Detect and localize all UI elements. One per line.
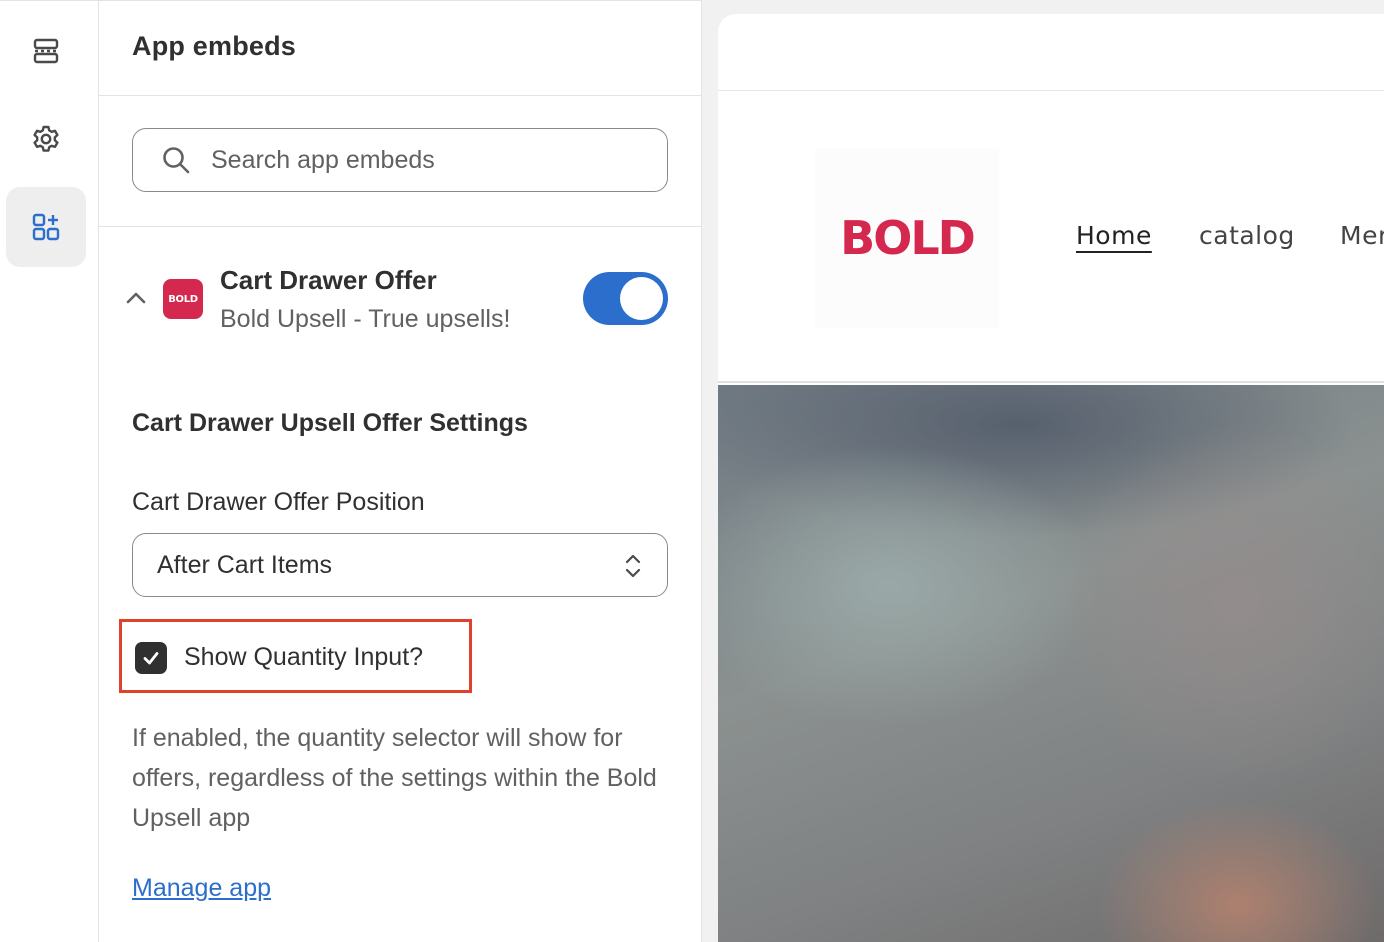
position-select-value: After Cart Items <box>157 550 333 579</box>
app-embeds-panel: App embeds BOLD Cart Drawer Offer Bold U… <box>99 0 702 942</box>
left-rail <box>0 0 99 942</box>
search-box[interactable] <box>132 128 668 192</box>
select-arrows-icon <box>625 554 641 578</box>
app-embeds-button[interactable] <box>6 187 86 267</box>
theme-settings-button[interactable] <box>6 99 86 179</box>
store-preview: BOLD Home catalog Mer <box>718 14 1384 942</box>
panel-title: App embeds <box>132 31 297 61</box>
search-input[interactable] <box>211 145 631 175</box>
nav-home[interactable]: Home <box>1076 221 1152 250</box>
nav-catalog[interactable]: catalog <box>1199 221 1295 250</box>
nav-menu[interactable]: Mer <box>1340 221 1384 250</box>
embed-subtitle: Bold Upsell - True upsells! <box>220 305 511 333</box>
embed-title: Cart Drawer Offer <box>220 265 437 295</box>
hero-image <box>718 385 1384 942</box>
help-text: If enabled, the quantity selector will s… <box>132 724 657 832</box>
preview-topbar <box>718 14 1384 91</box>
panel-header: App embeds <box>99 1 701 96</box>
chevron-up-icon[interactable] <box>121 283 151 313</box>
search-icon <box>163 147 190 174</box>
sections-button[interactable] <box>6 11 86 91</box>
app-logo: BOLD <box>163 279 203 319</box>
quantity-checkbox-label[interactable]: Show Quantity Input? <box>184 643 423 672</box>
store-logo-text: BOLD <box>840 211 976 265</box>
apps-icon <box>32 213 60 241</box>
search-section <box>99 96 701 227</box>
quantity-checkbox-row[interactable]: Show Quantity Input? <box>119 619 472 693</box>
settings-heading: Cart Drawer Upsell Offer Settings <box>132 409 528 437</box>
position-select[interactable]: After Cart Items <box>132 533 668 597</box>
embed-toggle[interactable] <box>583 272 668 325</box>
store-header: BOLD Home catalog Mer <box>718 92 1384 383</box>
manage-app-link[interactable]: Manage app <box>132 874 271 903</box>
embed-row[interactable]: BOLD Cart Drawer Offer Bold Upsell - Tru… <box>99 263 702 343</box>
position-label: Cart Drawer Offer Position <box>132 488 425 516</box>
gear-icon <box>33 125 59 152</box>
toggle-knob <box>620 277 663 320</box>
sections-icon <box>33 38 59 64</box>
quantity-checkbox[interactable] <box>135 642 167 674</box>
store-logo[interactable]: BOLD <box>815 148 999 328</box>
checkmark-icon <box>143 652 159 665</box>
